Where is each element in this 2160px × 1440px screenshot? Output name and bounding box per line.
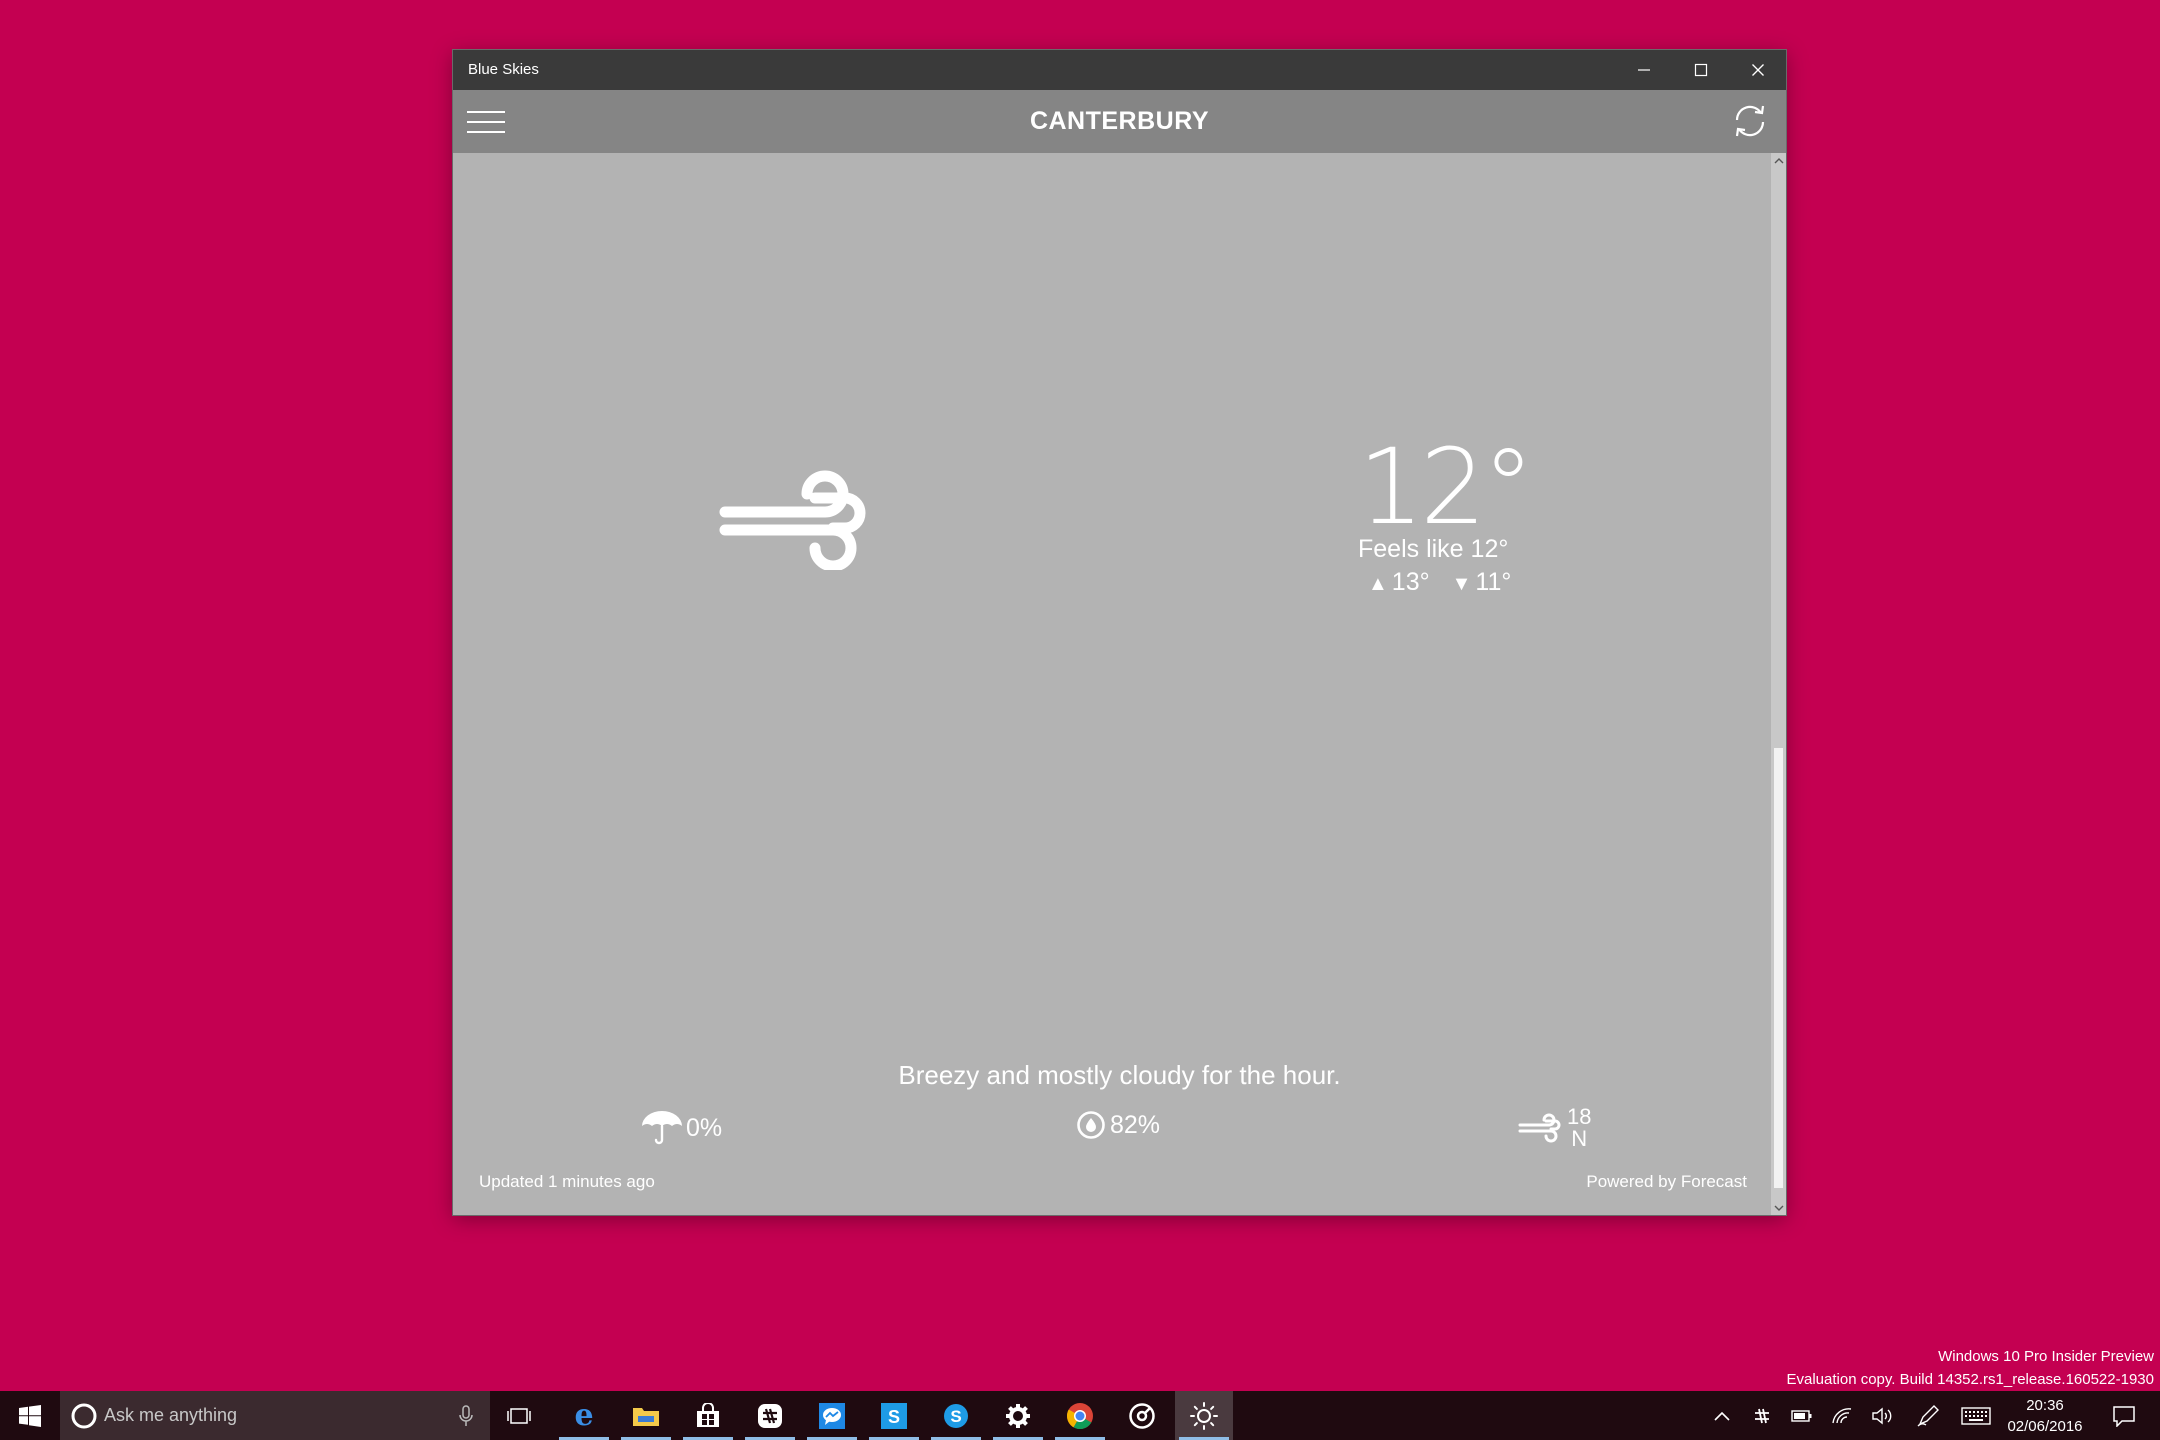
task-view-button[interactable] (490, 1391, 548, 1440)
humidity-value: 82% (1110, 1110, 1161, 1139)
humidity-icon (1077, 1111, 1105, 1139)
scrollbar-thumb[interactable] (1774, 748, 1783, 1188)
search-placeholder: Ask me anything (104, 1405, 238, 1425)
tray-slack-button[interactable] (1748, 1391, 1776, 1440)
network-button[interactable] (1828, 1391, 1856, 1440)
edge-icon: e (574, 1398, 594, 1433)
current-temperature: 12° (1358, 426, 1534, 548)
powered-by-link[interactable]: Powered by Forecast (1586, 1172, 1747, 1192)
low-value: 11° (1475, 568, 1512, 596)
clock[interactable]: 20:36 02/06/2016 (1995, 1395, 2095, 1437)
temperature-block: 12° Feels like 12° ▲ 13° ▼ 11° (1358, 435, 1578, 597)
battery-button[interactable] (1788, 1391, 1816, 1440)
slack-tray-icon (1755, 1408, 1769, 1423)
precipitation-stat: 0% (640, 1110, 722, 1146)
high-low: ▲ 13° ▼ 11° (1358, 568, 1578, 597)
slack-icon (758, 1403, 782, 1428)
watermark-line-2: Evaluation copy. Build 14352.rs1_release… (1786, 1371, 2155, 1388)
skype-icon: S (881, 1402, 907, 1429)
action-center-button[interactable] (2108, 1391, 2140, 1440)
show-hidden-icons-button[interactable] (1708, 1391, 1736, 1440)
task-view-icon (507, 1407, 531, 1424)
watermark-line-1: Windows 10 Pro Insider Preview (1938, 1348, 2154, 1365)
feels-like-value: 12° (1470, 535, 1509, 563)
volume-button[interactable] (1868, 1391, 1896, 1440)
feels-like: Feels like 12° (1358, 535, 1578, 564)
windows-watermark: Windows 10 Pro Insider Preview Evaluatio… (1787, 1345, 2155, 1391)
settings-icon (1006, 1403, 1030, 1428)
high-value: 13° (1391, 568, 1430, 596)
taskbar-app-slack[interactable] (741, 1391, 799, 1440)
weather-panel: 12° Feels like 12° ▲ 13° ▼ 11° Breezy and … (453, 50, 1771, 1215)
wind-icon (719, 470, 866, 570)
touch-keyboard-button[interactable] (1960, 1391, 1992, 1440)
file-explorer-icon (633, 1407, 659, 1426)
taskbar-app-chrome[interactable] (1051, 1391, 1109, 1440)
chevron-down-icon (1774, 1205, 1783, 1211)
chrome-icon (1066, 1402, 1093, 1429)
scroll-down-button[interactable] (1771, 1200, 1786, 1215)
messenger-icon (819, 1402, 845, 1429)
taskbar-app-settings[interactable] (989, 1391, 1047, 1440)
taskbar: Ask me anything e S S 20:36 02/06/2016 (0, 1391, 2160, 1440)
humidity-stat: 82% (1076, 1110, 1160, 1140)
wind-small-icon (1518, 1113, 1561, 1143)
up-arrow-icon: ▲ (1368, 573, 1388, 595)
taskbar-app-store[interactable] (679, 1391, 737, 1440)
store-icon (697, 1402, 719, 1427)
umbrella-icon (642, 1111, 682, 1145)
windows-ink-button[interactable] (1914, 1391, 1942, 1440)
cortana-search[interactable]: Ask me anything (60, 1391, 490, 1440)
skype-alt-icon: S (944, 1403, 968, 1428)
taskbar-app-skype-alt[interactable]: S (927, 1391, 985, 1440)
taskbar-app-blue-skies[interactable] (1175, 1391, 1233, 1440)
app-window: Blue Skies CANTERBURY 12° Feels like 12°… (453, 50, 1786, 1215)
notification-icon (2113, 1405, 2135, 1427)
start-button[interactable] (0, 1391, 60, 1440)
wind-speed: 18 (1567, 1104, 1592, 1129)
scrollbar[interactable] (1771, 153, 1786, 1215)
svg-text:S: S (950, 1407, 961, 1426)
cortana-icon (71, 1403, 97, 1428)
updated-text: Updated 1 minutes ago (479, 1172, 655, 1191)
chevron-up-icon (1714, 1411, 1730, 1421)
low-temperature: ▼ 11° (1452, 568, 1512, 597)
pen-icon (1917, 1404, 1939, 1427)
groove-icon (1129, 1402, 1155, 1429)
wifi-icon (1832, 1407, 1852, 1423)
taskbar-app-skype[interactable]: S (865, 1391, 923, 1440)
taskbar-app-groove[interactable] (1113, 1391, 1171, 1440)
keyboard-icon (1961, 1406, 1991, 1425)
svg-text:S: S (888, 1407, 900, 1427)
scroll-up-button[interactable] (1771, 153, 1786, 168)
wind-stat: 18 N (1517, 1106, 1591, 1150)
blue-skies-icon (1190, 1401, 1218, 1430)
down-arrow-icon: ▼ (1451, 573, 1472, 595)
clock-time: 20:36 (2026, 1397, 2064, 1414)
feels-like-label: Feels like (1358, 535, 1464, 563)
taskbar-app-messenger[interactable] (803, 1391, 861, 1440)
wind-direction: N (1571, 1126, 1588, 1151)
taskbar-app-edge[interactable]: e (555, 1391, 613, 1440)
chevron-up-icon (1774, 157, 1783, 163)
volume-icon (1872, 1407, 1892, 1424)
taskbar-app-file-explorer[interactable] (617, 1391, 675, 1440)
precipitation-value: 0% (686, 1113, 723, 1142)
windows-logo-icon (19, 1404, 41, 1427)
battery-icon (1791, 1409, 1812, 1422)
clock-date: 02/06/2016 (2007, 1418, 2083, 1435)
weather-summary: Breezy and mostly cloudy for the hour. (898, 1060, 1341, 1090)
microphone-icon[interactable] (458, 1404, 474, 1428)
high-temperature: ▲ 13° (1368, 568, 1430, 597)
